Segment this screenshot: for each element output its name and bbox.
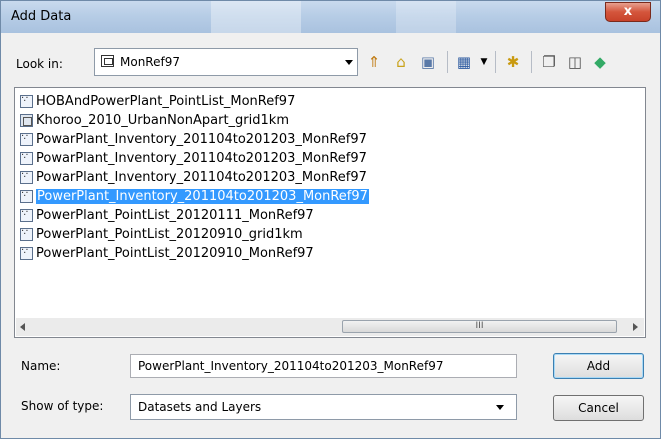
scrollbar-thumb[interactable]: III <box>342 320 617 333</box>
point-feature-icon <box>20 90 33 108</box>
scroll-right-icon[interactable] <box>633 323 638 331</box>
name-label: Name: <box>21 359 61 373</box>
scroll-left-icon[interactable] <box>20 323 25 331</box>
close-icon: x <box>623 4 633 19</box>
window-title: Add Data <box>11 9 72 24</box>
list-item-label: HOBAndPowerPlant_PointList_MonRef97 <box>36 94 296 109</box>
toolbar-separator <box>495 51 496 73</box>
list-item-label: PowarPlant_Inventory_201104to201203_MonR… <box>36 151 367 166</box>
list-item[interactable]: PowerPlant_PointList_20120910_grid1km <box>20 223 303 244</box>
list-item[interactable]: HOBAndPowerPlant_PointList_MonRef97 <box>20 90 296 111</box>
look-in-dropdown[interactable]: MonRef97 <box>94 48 358 76</box>
list-item[interactable]: PowarPlant_Inventory_201104to201203_MonR… <box>20 166 367 187</box>
list-item[interactable]: PowarPlant_Inventory_201104to201203_MonR… <box>20 147 367 168</box>
toolbar-separator <box>531 51 532 73</box>
point-feature-icon <box>20 223 33 241</box>
point-feature-icon <box>20 242 33 260</box>
title-bar[interactable]: Add Data x <box>1 1 660 33</box>
title-bar-highlight <box>211 1 301 33</box>
up-one-level-icon[interactable]: ⇑ <box>365 53 383 71</box>
point-feature-icon <box>20 147 33 165</box>
chevron-down-icon[interactable]: ▼ <box>475 53 493 71</box>
list-item-label: Khoroo_2010_UrbanNonApart_grid1km <box>36 113 289 128</box>
raster-grid-icon <box>20 114 33 127</box>
list-item-label: PowarPlant_Inventory_201104to201203_MonR… <box>36 132 367 147</box>
cancel-button[interactable]: Cancel <box>553 395 644 421</box>
list-item-label: PowerPlant_PointList_20120910_grid1km <box>36 227 303 242</box>
list-item[interactable]: PowarPlant_Inventory_201104to201203_MonR… <box>20 128 367 149</box>
add-button[interactable]: Add <box>553 353 644 379</box>
add-data-dialog: Add Data x Look in: MonRef97 ⇑ ⌂ ▣ ▦ ▼ ✱… <box>0 0 661 439</box>
chevron-down-icon <box>496 405 504 410</box>
list-item-selected[interactable]: PowerPlant_Inventory_201104to201203_MonR… <box>20 185 369 206</box>
point-feature-icon <box>20 166 33 184</box>
list-item-label: PowarPlant_Inventory_201104to201203_MonR… <box>36 170 367 185</box>
list-view-icon[interactable]: ▦ <box>455 53 473 71</box>
toolbar-separator <box>447 51 448 73</box>
home-icon[interactable]: ⌂ <box>392 53 410 71</box>
list-item[interactable]: Khoroo_2010_UrbanNonApart_grid1km <box>20 112 289 130</box>
copy-icon[interactable]: ❐ <box>540 53 558 71</box>
look-in-value: MonRef97 <box>120 55 180 69</box>
show-of-type-label: Show of type: <box>21 399 104 413</box>
list-item-label: PowerPlant_PointList_20120111_MonRef97 <box>36 208 314 223</box>
point-feature-icon <box>20 128 33 146</box>
folder-connection-icon <box>101 55 114 67</box>
list-item-label: PowerPlant_Inventory_201104to201203_MonR… <box>36 189 369 204</box>
list-item[interactable]: PowerPlant_PointList_20120111_MonRef97 <box>20 204 314 225</box>
catalog-icon[interactable]: ◆ <box>591 53 609 71</box>
horizontal-scrollbar[interactable]: III <box>16 318 644 336</box>
look-in-label: Look in: <box>16 57 63 71</box>
list-item[interactable]: PowerPlant_PointList_20120910_MonRef97 <box>20 242 314 263</box>
new-folder-icon[interactable]: ✱ <box>504 53 522 71</box>
new-shapefile-icon[interactable]: ◫ <box>566 53 584 71</box>
close-button[interactable]: x <box>605 2 651 22</box>
point-feature-icon <box>20 204 33 222</box>
connect-folder-icon[interactable]: ▣ <box>419 53 437 71</box>
file-list[interactable]: HOBAndPowerPlant_PointList_MonRef97 Khor… <box>14 87 646 338</box>
title-bar-highlight-2 <box>396 1 456 33</box>
point-feature-icon <box>20 185 33 203</box>
list-item-label: PowerPlant_PointList_20120910_MonRef97 <box>36 246 314 261</box>
show-of-type-dropdown[interactable]: Datasets and Layers <box>130 394 517 420</box>
name-input[interactable]: PowerPlant_Inventory_201104to201203_MonR… <box>130 354 517 378</box>
chevron-down-icon <box>345 60 353 65</box>
show-of-type-value: Datasets and Layers <box>138 400 262 414</box>
